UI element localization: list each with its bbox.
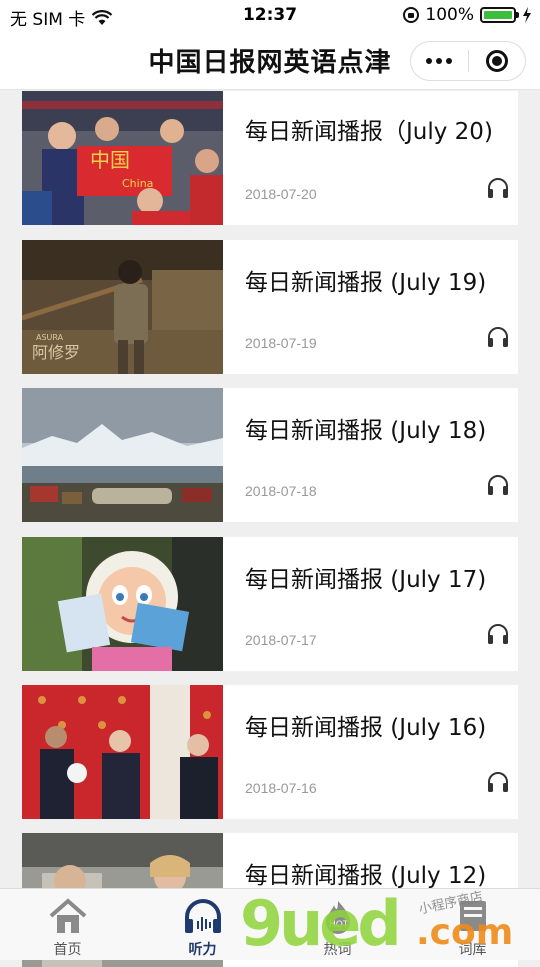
news-title: 每日新闻播报 (July 17) [245, 567, 487, 593]
more-dots-icon [426, 58, 453, 64]
news-date: 2018-07-18 [245, 483, 317, 499]
navigation-bar: 中国日报网英语点津 [0, 32, 540, 90]
list-item[interactable]: 中国 China 每日新闻播报（July 20) 2018-07-20 [22, 91, 518, 225]
home-icon [49, 898, 87, 933]
news-thumbnail: 中国 China [22, 91, 223, 225]
headphones-icon [488, 178, 508, 198]
list-item[interactable]: 每日新闻播报 (July 16) 2018-07-16 [22, 685, 518, 819]
tab-label: 热词 [323, 942, 352, 958]
svg-text:中国: 中国 [90, 148, 130, 172]
svg-text:HOT: HOT [329, 920, 349, 930]
book-icon [460, 901, 486, 931]
miniprogram-capsule [410, 41, 526, 81]
tab-home[interactable]: 首页 [0, 889, 135, 961]
close-miniprogram-button[interactable] [469, 42, 526, 80]
svg-text:China: China [122, 177, 153, 190]
news-date: 2018-07-17 [245, 632, 317, 648]
hot-icon: HOT [326, 901, 350, 934]
news-thumbnail: ASURA 阿修罗 [22, 240, 223, 374]
rotation-lock-icon [403, 7, 420, 23]
news-thumbnail [22, 537, 223, 671]
headphones-icon [488, 624, 508, 644]
battery-icon [480, 7, 519, 23]
target-icon [485, 50, 508, 72]
headphones-icon [488, 772, 508, 792]
list-item[interactable]: 每日新闻播报 (July 17) 2018-07-17 [22, 537, 518, 671]
tab-listening[interactable]: 听力 [135, 889, 270, 961]
news-date: 2018-07-20 [245, 186, 317, 202]
status-bar: 无 SIM 卡 12:37 100% [0, 0, 540, 32]
news-thumbnail [22, 388, 223, 522]
list-item[interactable]: ASURA 阿修罗 每日新闻播报 (July 19) 2018-07-19 [22, 240, 518, 374]
news-thumbnail [22, 685, 223, 819]
news-date: 2018-07-16 [245, 780, 317, 796]
tab-hot-words[interactable]: HOT 热词 [270, 889, 405, 961]
tab-label: 首页 [53, 942, 82, 958]
headphones-icon [185, 899, 221, 933]
tab-bar: 首页 听力 HOT 热词 词库 [0, 888, 540, 960]
headphones-icon [488, 327, 508, 347]
news-title: 每日新闻播报 (July 19) [245, 270, 487, 296]
news-date: 2018-07-19 [245, 335, 317, 351]
tab-label: 听力 [188, 942, 217, 958]
more-button[interactable] [411, 42, 468, 80]
battery-percent: 100% [425, 5, 474, 25]
news-title: 每日新闻播报（July 20) [245, 119, 493, 145]
news-title: 每日新闻播报 (July 18) [245, 418, 487, 444]
news-title: 每日新闻播报 (July 16) [245, 715, 487, 741]
list-item[interactable]: 每日新闻播报 (July 18) 2018-07-18 [22, 388, 518, 522]
tab-label: 词库 [458, 942, 487, 958]
tab-vocabulary[interactable]: 词库 [405, 889, 540, 961]
charging-icon [523, 7, 531, 23]
thumbnail-overlay-text: ASURA [36, 333, 64, 342]
svg-text:阿修罗: 阿修罗 [32, 343, 80, 362]
headphones-icon [488, 475, 508, 495]
